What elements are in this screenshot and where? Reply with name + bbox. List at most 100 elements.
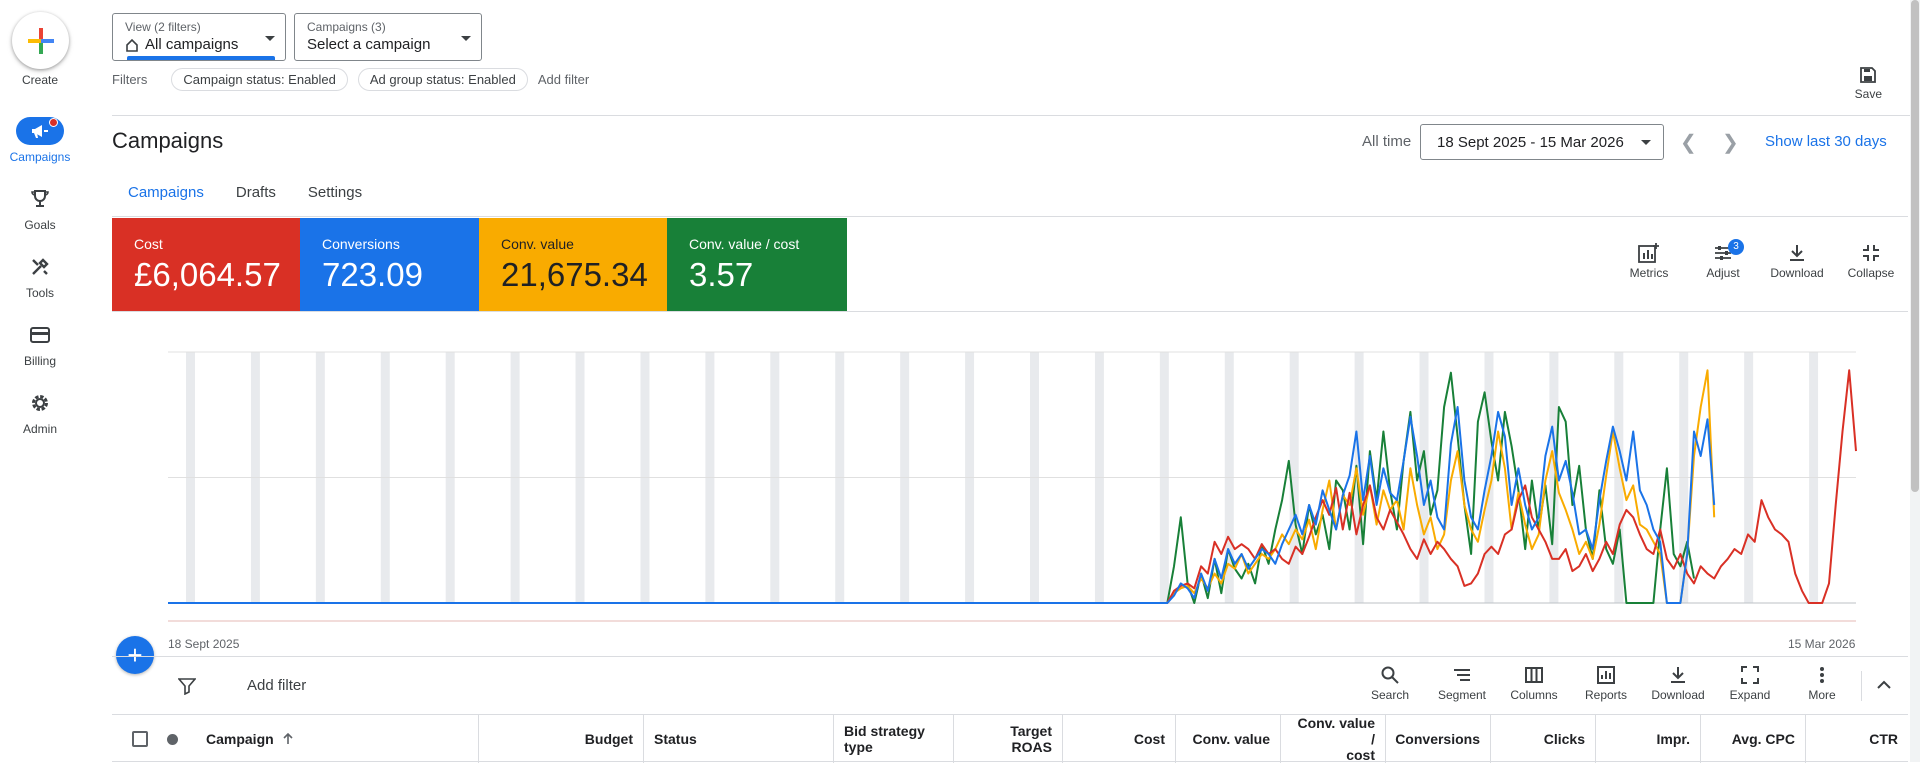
line-chart <box>168 351 1857 622</box>
campaign-dropdown-caption: Campaigns (3) <box>307 20 386 34</box>
save-label: Save <box>1854 87 1882 101</box>
select-all-checkbox[interactable] <box>132 731 148 747</box>
tab-drafts[interactable]: Drafts <box>220 176 292 216</box>
trophy-icon <box>31 190 49 207</box>
scrollbar-thumb[interactable] <box>1911 0 1919 492</box>
columns-label: Columns <box>1510 688 1558 702</box>
tools-icon <box>32 258 49 275</box>
column-conv-value-cost[interactable]: Conv. value / cost <box>1281 715 1386 763</box>
column-label: Budget <box>584 731 633 747</box>
segment-icon <box>1454 669 1470 681</box>
table-tools: Search Segment Columns Reports Download … <box>1354 665 1858 702</box>
column-label: Conv. value / <box>1297 715 1375 747</box>
download-label: Download <box>1651 688 1705 702</box>
table-toolbar: Add filter Search Segment Columns Report… <box>112 656 1908 714</box>
more-label: More <box>1808 688 1836 702</box>
metric-tile-conversions[interactable]: Conversions 723.09 <box>300 218 479 311</box>
collapse-icon <box>1863 245 1879 261</box>
divider <box>112 115 1912 116</box>
filter-chip-campaign-status[interactable]: Campaign status: Enabled <box>171 68 348 91</box>
rail-item-billing[interactable] <box>16 321 64 349</box>
reports-label: Reports <box>1584 688 1628 702</box>
metric-tile-cost[interactable]: Cost £6,064.57 <box>112 218 300 311</box>
rail-item-campaigns[interactable] <box>16 117 64 145</box>
card-icon <box>30 327 50 343</box>
filters-row: Filters Campaign status: Enabled Ad grou… <box>112 68 589 91</box>
metric-value: 3.57 <box>689 256 754 293</box>
segment-button[interactable]: Segment <box>1426 665 1498 702</box>
adjust-button[interactable]: 3 Adjust <box>1686 239 1760 280</box>
campaign-dropdown[interactable]: Campaigns (3) Select a campaign <box>294 13 482 61</box>
add-filter-link[interactable]: Add filter <box>538 72 589 87</box>
rail-item-goals[interactable] <box>16 185 64 213</box>
save-button[interactable]: Save <box>1855 66 1882 101</box>
column-avg-cpc[interactable]: Avg. CPC <box>1701 715 1806 763</box>
date-range-picker[interactable]: 18 Sept 2025 - 15 Mar 2026 <box>1420 124 1664 160</box>
add-filter-button[interactable]: Add filter <box>247 677 306 694</box>
vertical-scrollbar[interactable] <box>1910 0 1920 762</box>
gear-icon <box>32 395 48 411</box>
column-label: Status <box>654 731 697 747</box>
collapse-button[interactable]: Collapse <box>1834 243 1908 280</box>
show-last-30-days-link[interactable]: Show last 30 days <box>1765 133 1887 150</box>
rail-label-admin: Admin <box>22 422 57 436</box>
column-status[interactable]: Status <box>644 715 834 763</box>
metric-tile-conv-value[interactable]: Conv. value 21,675.34 <box>479 218 667 311</box>
x-axis-end-label: 15 Mar 2026 <box>1788 637 1856 651</box>
more-button[interactable]: More <box>1786 665 1858 702</box>
rail-label-tools: Tools <box>25 286 54 300</box>
columns-button[interactable]: Columns <box>1498 665 1570 702</box>
table-header: Campaign Budget Status Bid strategy type … <box>112 714 1908 763</box>
column-impr[interactable]: Impr. <box>1596 715 1701 763</box>
chevron-left-icon: ❮ <box>1680 132 1697 154</box>
column-conversions[interactable]: Conversions <box>1386 715 1491 763</box>
column-conv-value[interactable]: Conv. value <box>1176 715 1281 763</box>
next-period-button[interactable]: ❯ <box>1722 130 1739 155</box>
search-button[interactable]: Search <box>1354 665 1426 702</box>
chevron-down-icon <box>1641 140 1651 145</box>
metric-tile-conv-value-cost[interactable]: Conv. value / cost 3.57 <box>667 218 847 311</box>
metric-label: Conv. value / cost <box>689 236 800 252</box>
metric-label: Conv. value <box>501 236 574 252</box>
download-chart-button[interactable]: Download <box>1760 243 1834 280</box>
previous-period-button[interactable]: ❮ <box>1680 130 1697 155</box>
column-ctr[interactable]: CTR <box>1806 715 1908 763</box>
column-label: CTR <box>1869 731 1898 747</box>
rail-item-tools[interactable] <box>16 253 64 281</box>
column-label: type <box>844 739 873 755</box>
tab-settings[interactable]: Settings <box>292 176 378 216</box>
metric-value: 723.09 <box>322 256 423 293</box>
expand-button[interactable]: Expand <box>1714 665 1786 702</box>
download-table-button[interactable]: Download <box>1642 665 1714 702</box>
column-cost[interactable]: Cost <box>1063 715 1176 763</box>
column-label: Target <box>1010 723 1052 739</box>
create-button[interactable] <box>12 12 69 69</box>
rail-item-admin[interactable] <box>16 389 64 417</box>
column-budget[interactable]: Budget <box>479 715 644 763</box>
chevron-up-icon[interactable] <box>1876 679 1892 691</box>
column-campaign[interactable]: Campaign <box>196 715 479 763</box>
view-dropdown[interactable]: View (2 filters) All campaigns <box>112 13 286 61</box>
series-line-conversions <box>168 406 1716 604</box>
rail-label-campaigns: Campaigns <box>9 150 71 164</box>
download-icon <box>1790 245 1804 261</box>
date-range-value: 18 Sept 2025 - 15 Mar 2026 <box>1437 134 1624 151</box>
chevron-right-icon: ❯ <box>1722 132 1739 154</box>
performance-chart: 18 Sept 2025 15 Mar 2026 <box>112 311 1908 667</box>
metrics-button[interactable]: Metrics <box>1612 243 1686 280</box>
tab-campaigns[interactable]: Campaigns <box>112 176 220 222</box>
filter-chip-ad-group-status[interactable]: Ad group status: Enabled <box>357 68 528 91</box>
search-label: Search <box>1370 688 1410 702</box>
overview-panel: Cost £6,064.57 Conversions 723.09 Conv. … <box>112 216 1908 656</box>
column-bid-strategy-type[interactable]: Bid strategy type <box>834 715 954 763</box>
download-icon <box>1671 667 1685 683</box>
column-label: Campaign <box>206 731 274 747</box>
more-icon <box>1820 667 1824 683</box>
column-target-roas[interactable]: Target ROAS <box>954 715 1063 763</box>
expand-icon <box>1741 666 1759 684</box>
page-title: Campaigns <box>112 128 224 153</box>
reports-button[interactable]: Reports <box>1570 665 1642 702</box>
series-line-cost <box>168 369 1857 604</box>
filter-icon[interactable] <box>178 677 196 695</box>
column-clicks[interactable]: Clicks <box>1491 715 1596 763</box>
